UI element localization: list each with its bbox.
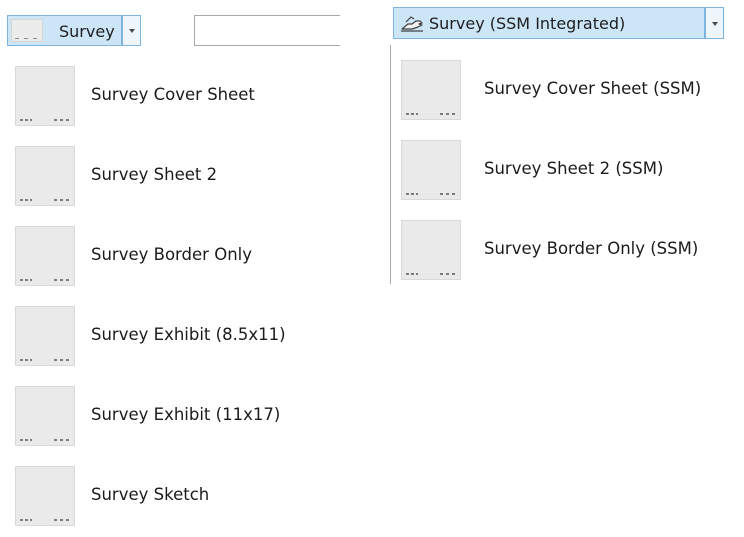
template-thumbnail bbox=[15, 66, 75, 126]
list-item-survey-exhibit-11x17[interactable]: Survey Exhibit (11x17) bbox=[15, 386, 335, 446]
template-thumbnail bbox=[15, 306, 75, 366]
template-set-combo-right[interactable]: Survey (SSM Integrated) bbox=[393, 7, 705, 39]
template-set-combo-left[interactable]: Survey bbox=[7, 15, 122, 46]
list-item-survey-cover-sheet[interactable]: Survey Cover Sheet bbox=[15, 66, 335, 126]
chevron-down-icon bbox=[129, 29, 135, 33]
list-item-survey-cover-sheet-ssm[interactable]: Survey Cover Sheet (SSM) bbox=[401, 60, 744, 120]
surveyor-hand-icon bbox=[401, 16, 423, 32]
template-thumbnail bbox=[15, 226, 75, 286]
list-item-survey-sheet-2[interactable]: Survey Sheet 2 bbox=[15, 146, 335, 206]
template-thumbnail bbox=[401, 60, 461, 120]
list-item-survey-sheet-2-ssm[interactable]: Survey Sheet 2 (SSM) bbox=[401, 140, 744, 200]
combo-label: Survey bbox=[59, 22, 115, 41]
template-thumbnail bbox=[15, 386, 75, 446]
list-item-label: Survey Sketch bbox=[91, 485, 210, 504]
template-thumbnail bbox=[401, 140, 461, 200]
list-item-label: Survey Exhibit (11x17) bbox=[91, 405, 281, 424]
chevron-down-icon bbox=[712, 22, 718, 26]
template-thumbnail bbox=[15, 466, 75, 526]
combo-dropdown-button-left[interactable] bbox=[122, 15, 141, 46]
list-item-label: Survey Cover Sheet bbox=[91, 85, 255, 104]
template-thumbnail bbox=[401, 220, 461, 280]
list-item-label: Survey Sheet 2 bbox=[91, 165, 218, 184]
template-thumbnail bbox=[15, 146, 75, 206]
template-thumbnail-icon bbox=[11, 19, 43, 42]
list-item-survey-sketch[interactable]: Survey Sketch bbox=[15, 466, 335, 526]
combo-label: Survey (SSM Integrated) bbox=[429, 14, 626, 33]
dropdown-panel-border bbox=[390, 45, 391, 284]
list-item-survey-exhibit-8-5x11[interactable]: Survey Exhibit (8.5x11) bbox=[15, 306, 335, 366]
list-item-survey-border-only[interactable]: Survey Border Only bbox=[15, 226, 335, 286]
list-item-survey-border-only-ssm[interactable]: Survey Border Only (SSM) bbox=[401, 220, 744, 280]
list-item-label: Survey Cover Sheet (SSM) bbox=[484, 79, 702, 98]
combo-dropdown-button-right[interactable] bbox=[705, 7, 724, 39]
left-template-panel: Survey Survey Cover Sheet Survey Sheet 2… bbox=[0, 0, 340, 537]
template-search-input[interactable] bbox=[194, 15, 340, 46]
list-item-label: Survey Border Only bbox=[91, 245, 252, 264]
list-item-label: Survey Sheet 2 (SSM) bbox=[484, 159, 664, 178]
list-item-label: Survey Border Only (SSM) bbox=[484, 239, 699, 258]
list-item-label: Survey Exhibit (8.5x11) bbox=[91, 325, 286, 344]
